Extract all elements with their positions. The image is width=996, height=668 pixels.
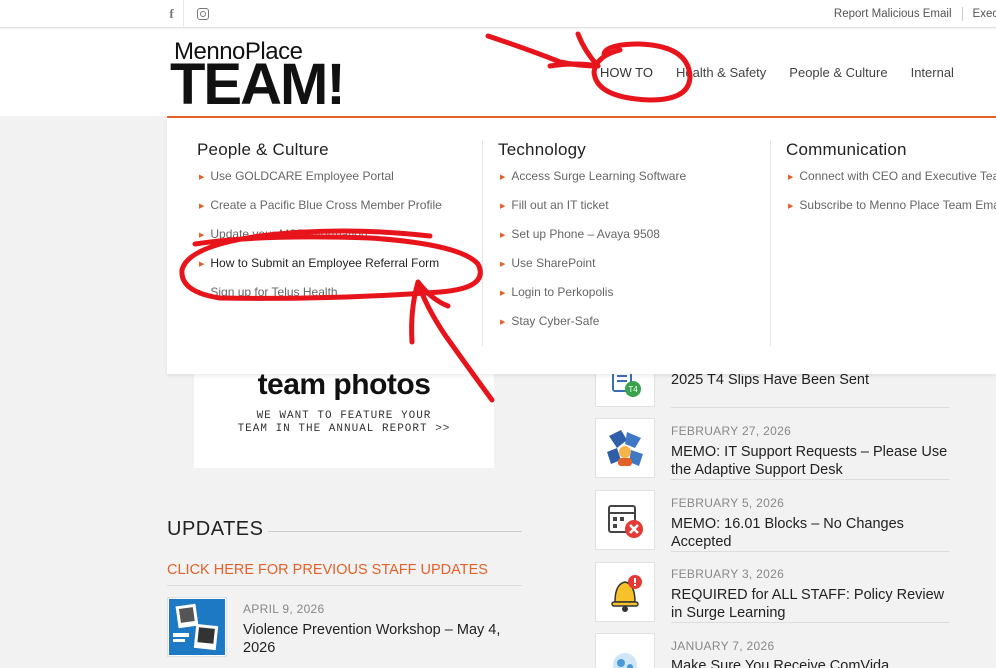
how-to-mega-menu: People & Culture ▶ Use GOLDCARE Employee … [167, 118, 996, 374]
site-logo[interactable]: MennoPlace TEAM! [170, 38, 350, 114]
news-date: FEBRUARY 3, 2026 [671, 567, 785, 581]
promo-line-2: TEAM IN THE ANNUAL REPORT >> [237, 423, 451, 435]
chevron-right-icon: ▶ [199, 261, 205, 268]
menu-item-employee-referral[interactable]: ▶ How to Submit an Employee Referral Form [197, 256, 442, 285]
alert-bell-icon[interactable] [595, 562, 655, 622]
nav-item-internal[interactable]: Internal [911, 65, 954, 80]
chevron-right-icon: ▶ [500, 232, 506, 239]
workshop-thumbnail[interactable] [167, 597, 227, 657]
utility-links: Report Malicious Email Exec Co [824, 0, 996, 28]
news-title[interactable]: REQUIRED for ALL STAFF: Policy Review in… [671, 586, 951, 622]
menu-item[interactable]: ▶ Use GOLDCARE Employee Portal [197, 169, 442, 198]
instagram-icon[interactable] [192, 0, 214, 28]
news-date: JANUARY 7, 2026 [671, 639, 775, 653]
chevron-right-icon: ▶ [500, 174, 506, 181]
update-date: APRIL 9, 2026 [243, 602, 325, 616]
divider [268, 531, 522, 532]
menu-item[interactable]: ▶ Sign up for Telus Health [197, 285, 442, 314]
team-photos-promo[interactable]: team photos WE WANT TO FEATURE YOUR TEAM… [194, 368, 494, 468]
menu-item[interactable]: ▶ Use SharePoint [498, 256, 686, 285]
mega-column-people-culture: People & Culture ▶ Use GOLDCARE Employee … [197, 140, 442, 314]
news-date: FEBRUARY 5, 2026 [671, 496, 785, 510]
news-date: FEBRUARY 27, 2026 [671, 424, 792, 438]
nav-item-health-safety[interactable]: Health & Safety [676, 65, 766, 80]
logo-line-2: TEAM! [170, 52, 346, 117]
menu-item[interactable]: ▶ Create a Pacific Blue Cross Member Prof… [197, 198, 442, 227]
divider [770, 140, 771, 346]
chevron-right-icon: ▶ [199, 232, 205, 239]
previous-updates-link[interactable]: CLICK HERE FOR PREVIOUS STAFF UPDATES [167, 562, 488, 578]
top-utility-bar: f Report Malicious Email Exec Co [0, 0, 996, 28]
exec-link[interactable]: Exec Co [963, 8, 996, 20]
chevron-right-icon: ▶ [500, 261, 506, 268]
news-title[interactable]: MEMO: IT Support Requests – Please Use t… [671, 443, 961, 479]
menu-item[interactable]: ▶ Update your MSP information [197, 227, 442, 256]
facebook-icon[interactable]: f [160, 0, 184, 28]
updates-heading: UPDATES [167, 518, 264, 540]
divider [671, 479, 949, 480]
promo-line-1: WE WANT TO FEATURE YOUR [256, 410, 432, 422]
report-malicious-email-link[interactable]: Report Malicious Email [824, 8, 962, 20]
menu-item[interactable]: ▶ Stay Cyber-Safe [498, 314, 686, 343]
news-title[interactable]: MEMO: 16.01 Blocks – No Changes Accepted [671, 515, 921, 551]
nav-item-how-to[interactable]: HOW TO [600, 65, 653, 80]
chevron-right-icon: ▶ [199, 174, 205, 181]
main-nav: HOW TO Health & Safety People & Culture … [600, 65, 977, 80]
mega-column-technology: Technology ▶ Access Surge Learning Softwa… [498, 140, 686, 343]
chevron-right-icon: ▶ [199, 203, 205, 210]
column-heading: Technology [498, 140, 587, 159]
chevron-right-icon: ▶ [500, 203, 506, 210]
svg-text:T4: T4 [628, 385, 638, 394]
comvida-icon[interactable] [595, 633, 655, 668]
menu-item[interactable]: ▶ Login to Perkopolis [498, 285, 686, 314]
it-support-icon[interactable] [595, 418, 655, 478]
divider [482, 140, 483, 346]
menu-item[interactable]: ▶ Connect with CEO and Executive Team [786, 169, 996, 198]
divider [167, 585, 522, 586]
chevron-right-icon: ▶ [788, 174, 794, 181]
calendar-x-icon[interactable] [595, 490, 655, 550]
mega-column-communication: Communication ▶ Connect with CEO and Exec… [786, 140, 996, 227]
update-title[interactable]: Violence Prevention Workshop – May 4, 20… [243, 621, 523, 657]
chevron-right-icon: ▶ [500, 319, 506, 326]
chevron-right-icon: ▶ [500, 290, 506, 297]
menu-item[interactable]: ▶ Set up Phone – Avaya 9508 [498, 227, 686, 256]
divider [671, 551, 949, 552]
divider [671, 622, 949, 623]
divider [671, 407, 949, 408]
column-heading: Communication [786, 140, 907, 159]
column-heading: People & Culture [197, 140, 329, 159]
menu-item[interactable]: ▶ Fill out an IT ticket [498, 198, 686, 227]
menu-item[interactable]: ▶ Access Surge Learning Software [498, 169, 686, 198]
chevron-right-icon: ▶ [199, 290, 205, 297]
menu-item[interactable]: ▶ Subscribe to Menno Place Team Emails [786, 198, 996, 227]
news-title[interactable]: Make Sure You Receive ComVida [671, 657, 951, 668]
nav-item-people-culture[interactable]: People & Culture [789, 65, 887, 80]
chevron-right-icon: ▶ [788, 203, 794, 210]
